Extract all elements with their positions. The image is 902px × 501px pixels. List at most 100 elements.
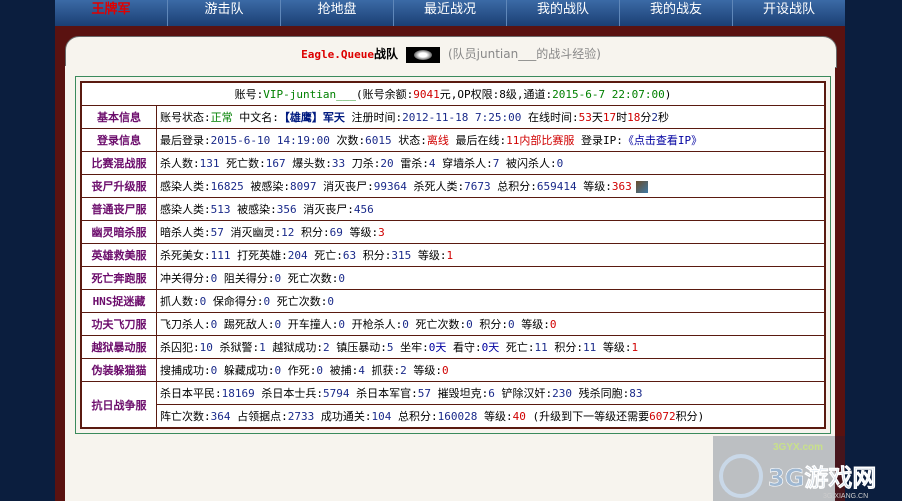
stat-text: 0天 (428, 341, 447, 354)
stat-text: 364 (210, 410, 231, 423)
stat-text: 暗杀人类: (160, 226, 211, 239)
stat-row: 登录信息 最后登录:2015-6-10 14:19:00 次数:6015 状态:离… (80, 128, 826, 152)
stat-text: 0 (402, 318, 409, 331)
server-label: 基本信息 (80, 105, 157, 129)
stat-text: 等级: (477, 410, 513, 423)
stat-values: 感染人类:513 被感染:356 消灭丧尸:456 (156, 197, 826, 221)
stat-text: 等级: (406, 364, 442, 377)
stat-text: 积分: (294, 226, 330, 239)
account-label: 账号: (234, 88, 264, 101)
stat-text: 18 (627, 111, 641, 124)
account-header-row: 账号:VIP-juntian___(账号余额:9041元,OP权限:8级,通道:… (80, 81, 826, 106)
stat-text: 杀狱警: (212, 341, 260, 354)
server-label: 伪装躲猫猫 (80, 358, 157, 382)
stat-values: 最后登录:2015-6-10 14:19:00 次数:6015 状态:离线 最后… (156, 128, 826, 152)
stat-text: 11内部比赛服 (506, 134, 575, 147)
stat-values: 飞刀杀人:0 踢死敌人:0 开车撞人:0 开枪杀人:0 死亡次数:0 积分:0 … (156, 312, 826, 336)
stat-text: 时 (616, 111, 628, 124)
stat-text: 0 (327, 295, 334, 308)
tab-title: Eagle.Queue战队 (队员juntian___的战斗经验) (66, 45, 836, 63)
account-header: 账号:VIP-juntian___(账号余额:9041元,OP权限:8级,通道:… (80, 81, 826, 106)
stat-text: 3 (378, 226, 385, 239)
stat-text: 死亡次数: (408, 318, 467, 331)
stat-text: 作死: (281, 364, 317, 377)
stat-text: 积分) (675, 410, 705, 423)
stat-text: 104 (371, 410, 392, 423)
stat-text: 0 (338, 318, 345, 331)
stat-text: 抓获: (364, 364, 401, 377)
stat-text: 0 (508, 318, 515, 331)
stat-text: 总积分: (490, 180, 537, 193)
stat-text: 阻关得分: (217, 272, 275, 285)
stat-text: 杀囚犯: (160, 341, 200, 354)
stat-text: 111 (210, 249, 231, 262)
stat-text: 513 (210, 203, 231, 216)
stat-row: 抗日战争服 杀日本平民:18169 杀日本士兵:5794 杀日本军官:57 摧毁坦… (80, 381, 826, 429)
stat-text: 次数: (329, 134, 366, 147)
stat-text: 雷杀: (393, 157, 429, 170)
stat-text: 坐牢: (393, 341, 429, 354)
stat-text: 在线时间: (521, 111, 579, 124)
nav-item-6[interactable]: 开设战队 (733, 0, 845, 26)
stat-text: 消灭幽灵: (223, 226, 282, 239)
stat-text: 0 (442, 364, 449, 377)
stat-text: 感染人类: (160, 180, 211, 193)
stat-text: 2012-11-18 7:25:00 (402, 111, 522, 124)
stat-text: 被闪杀人: (499, 157, 557, 170)
stat-text: 4 (358, 364, 365, 377)
stat-text: 铲除汉奸: (494, 387, 553, 400)
stat-text: 363 (611, 180, 632, 193)
stat-text: 12 (281, 226, 295, 239)
nav-item-5[interactable]: 我的战友 (620, 0, 733, 26)
stat-text: 消灭丧尸: (316, 180, 374, 193)
stat-text: 账号状态: (160, 111, 211, 124)
stat-text: 2 (400, 364, 407, 377)
watermark-brand: 3G游戏网 (768, 464, 876, 492)
stat-text: 看守: (446, 341, 482, 354)
nav-item-3[interactable]: 最近战况 (394, 0, 507, 26)
member-note: (队员juntian___的战斗经验) (447, 47, 601, 61)
stat-text: 穿墙杀人: (435, 157, 493, 170)
server-label: 普通丧尸服 (80, 197, 157, 221)
stat-text: 死亡: (499, 341, 535, 354)
stat-text: 0 (316, 364, 323, 377)
stat-text: (升级到下一等级还需要 (525, 410, 650, 423)
stat-text: 1 (446, 249, 454, 262)
team-name[interactable]: Eagle.Queue (301, 48, 374, 61)
stat-text: 33 (331, 157, 346, 170)
nav-item-1[interactable]: 游击队 (168, 0, 281, 26)
team-suffix: 战队 (373, 47, 398, 61)
nav-item-4[interactable]: 我的战队 (507, 0, 620, 26)
stat-text: 456 (353, 203, 374, 216)
stat-text: 秒 (657, 111, 669, 124)
nav-item-2[interactable]: 抢地盘 (281, 0, 394, 26)
stat-text: 注册时间: (344, 111, 403, 124)
nav-item-0[interactable]: 王牌军 (55, 0, 168, 26)
stat-text[interactable]: 《点击查看IP》 (623, 134, 702, 147)
server-label: 幽灵暗杀服 (80, 220, 157, 244)
stat-text: 等级: (342, 226, 379, 239)
stat-text: 6 (488, 387, 495, 400)
stat-text: 开枪杀人: (345, 318, 403, 331)
stat-text: 57 (210, 226, 224, 239)
stat-text: 等级: (596, 341, 632, 354)
stat-text: 分 (640, 111, 652, 124)
stat-text: 感染人类: (160, 203, 211, 216)
stat-row: 阵亡次数:364 占领据点:2733 成功通关:104 总积分:160028 等… (81, 404, 826, 429)
stat-values: 阵亡次数:364 占领据点:2733 成功通关:104 总积分:160028 等… (156, 404, 826, 429)
stat-text: 等级: (411, 249, 447, 262)
stat-text: 躲藏成功: (217, 364, 275, 377)
stat-text: 刀杀: (345, 157, 381, 170)
stat-text: 4 (428, 157, 436, 170)
stat-text: 11 (583, 341, 597, 354)
stat-text: 20 (380, 157, 394, 170)
stat-values: 暗杀人类:57 消灭幽灵:12 积分:69 等级:3 (156, 220, 826, 244)
stat-text: 杀死人类: (406, 180, 465, 193)
stat-text: 被捕: (323, 364, 359, 377)
stat-row: 比赛混战服 杀人数:131 死亡数:167 爆头数:33 刀杀:20 雷杀:4 穿… (80, 151, 826, 175)
team-tab: Eagle.Queue战队 (队员juntian___的战斗经验) (65, 36, 837, 68)
stat-text: 5 (386, 341, 394, 354)
stat-text: 1 (259, 341, 266, 354)
stat-text: 7673 (464, 180, 491, 193)
stat-text: 死亡次数: (281, 272, 339, 285)
